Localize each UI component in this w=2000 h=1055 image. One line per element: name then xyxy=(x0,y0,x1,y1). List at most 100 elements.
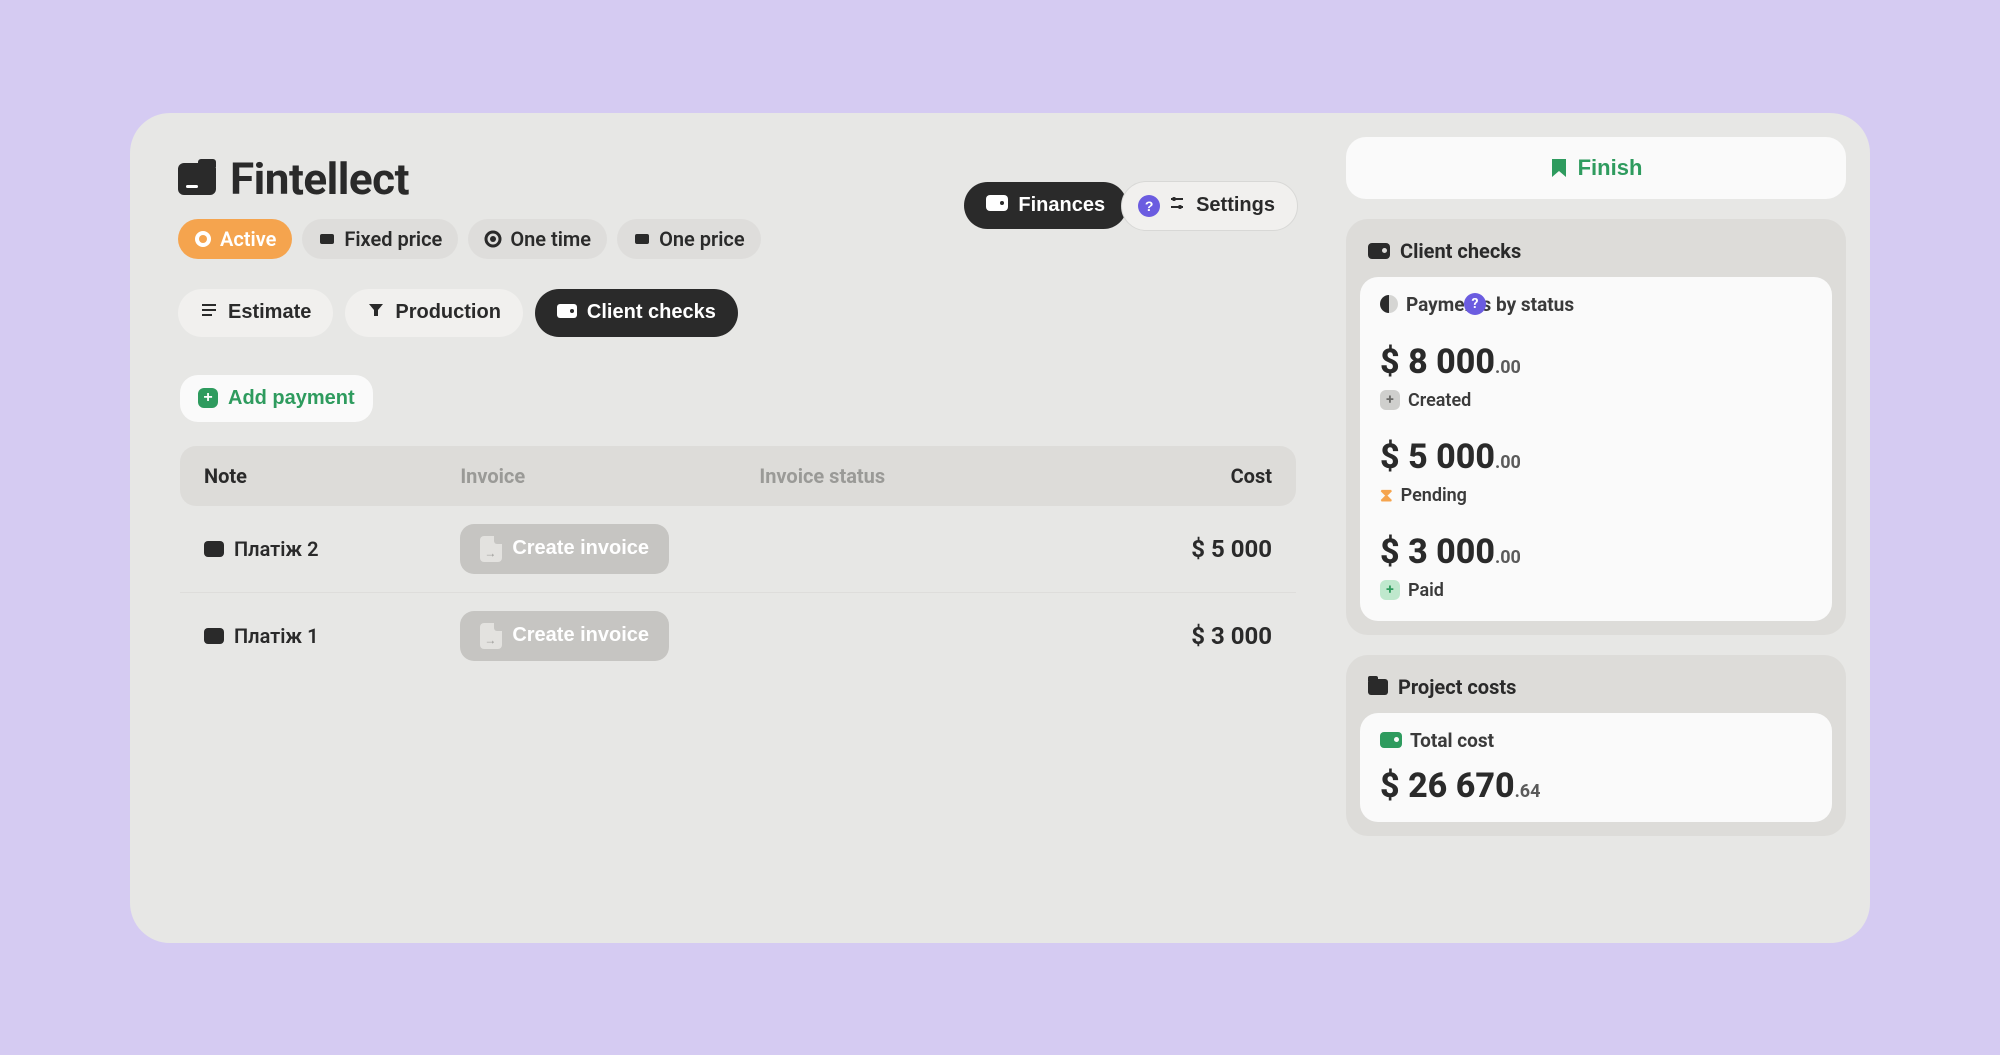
amount: $ 3 000.00 xyxy=(1380,532,1812,572)
help-badge-icon: ? xyxy=(1138,195,1160,217)
total-cost-header: Total cost xyxy=(1380,729,1812,766)
chip-label: One time xyxy=(510,227,591,251)
table-header: Note Invoice Invoice status Cost xyxy=(180,446,1296,506)
wallet-icon xyxy=(986,194,1008,217)
finances-label: Finances xyxy=(1018,194,1105,217)
status-label: Paid xyxy=(1408,580,1444,601)
piechart-icon xyxy=(1380,295,1398,313)
status-row: + Paid xyxy=(1380,580,1812,601)
table-row: Платіж 1 Create invoice $ 3 000 xyxy=(180,593,1296,679)
settings-label: Settings xyxy=(1196,194,1275,217)
project-folder-icon xyxy=(178,163,216,195)
sliders-icon xyxy=(1168,194,1186,218)
status-label: Pending xyxy=(1401,485,1467,506)
wallet-icon xyxy=(1380,732,1402,748)
total-cost-card: Total cost $ 26 670.64 xyxy=(1360,713,1832,822)
create-invoice-label: Create invoice xyxy=(512,624,649,647)
title-row: Fintellect xyxy=(178,153,761,205)
create-invoice-button[interactable]: Create invoice xyxy=(460,611,669,661)
payments-table: Note Invoice Invoice status Cost Платіж … xyxy=(180,446,1296,679)
payments-by-status-card: Payments by status ? $ 8 000.00 + Create… xyxy=(1360,277,1832,621)
col-invoice-status: Invoice status xyxy=(759,464,1058,488)
hourglass-icon: ⧗ xyxy=(1380,485,1393,506)
side-panel: Finish Client checks Payments by status … xyxy=(1346,137,1846,919)
status-label: Created xyxy=(1408,390,1471,411)
header-left: Fintellect Active Fixed price xyxy=(178,153,761,259)
table-row: Платіж 2 Create invoice $ 5 000 xyxy=(180,506,1296,593)
tag-icon xyxy=(633,230,651,248)
tab-estimate[interactable]: Estimate xyxy=(178,289,333,337)
project-costs-header: Project costs xyxy=(1360,669,1832,713)
tab-label: Estimate xyxy=(228,301,311,324)
chip-active[interactable]: Active xyxy=(178,219,292,259)
dot-icon xyxy=(194,230,212,248)
chip-one-price[interactable]: One price xyxy=(617,219,761,259)
client-checks-card: Client checks Payments by status ? $ 8 0… xyxy=(1346,219,1846,635)
add-payment-label: Add payment xyxy=(228,387,355,410)
col-invoice: Invoice xyxy=(460,464,759,488)
chip-fixed-price[interactable]: Fixed price xyxy=(302,219,458,259)
amount: $ 8 000.00 xyxy=(1380,342,1812,382)
create-invoice-button[interactable]: Create invoice xyxy=(460,524,669,574)
cell-invoice: Create invoice xyxy=(460,524,759,574)
total-cost-title: Total cost xyxy=(1410,729,1494,752)
main-panel: Fintellect Active Fixed price xyxy=(154,137,1322,919)
plus-icon: + xyxy=(1380,580,1400,600)
circle-icon xyxy=(484,230,502,248)
chip-label: Fixed price xyxy=(344,227,442,251)
tab-production[interactable]: Production xyxy=(345,289,523,337)
finish-label: Finish xyxy=(1578,155,1643,181)
chip-label: Active xyxy=(220,227,276,251)
total-cost-amount: $ 26 670.64 xyxy=(1380,766,1812,806)
status-pending: $ 5 000.00 ⧗ Pending xyxy=(1380,429,1812,524)
finish-button[interactable]: Finish xyxy=(1346,137,1846,199)
wallet-icon xyxy=(557,301,577,324)
plus-icon: + xyxy=(1380,390,1400,410)
document-icon xyxy=(480,623,502,649)
bookmark-icon xyxy=(1550,157,1568,179)
wallet-icon xyxy=(1368,243,1390,259)
project-costs-card: Project costs Total cost $ 26 670.64 xyxy=(1346,655,1846,836)
tabs: Estimate Production Client checks xyxy=(154,259,1322,357)
tab-label: Production xyxy=(395,301,501,324)
folder-icon xyxy=(1368,679,1388,695)
col-cost: Cost xyxy=(1058,464,1272,488)
cell-note: Платіж 2 xyxy=(204,537,460,561)
status-paid: $ 3 000.00 + Paid xyxy=(1380,524,1812,605)
chat-icon xyxy=(204,628,224,644)
cell-note: Платіж 1 xyxy=(204,624,460,648)
project-costs-title: Project costs xyxy=(1398,675,1516,699)
finances-button[interactable]: Finances xyxy=(964,182,1127,229)
tag-icon xyxy=(318,230,336,248)
status-row: + Created xyxy=(1380,390,1812,411)
payments-by-status-title: Payments by status ? xyxy=(1406,293,1574,316)
filter-icon xyxy=(367,301,385,325)
note-text: Платіж 1 xyxy=(234,624,319,648)
client-checks-header: Client checks xyxy=(1360,233,1832,277)
document-icon xyxy=(480,536,502,562)
payments-by-status-header: Payments by status ? xyxy=(1380,293,1812,334)
chat-icon xyxy=(204,541,224,557)
cell-invoice: Create invoice xyxy=(460,611,759,661)
status-row: ⧗ Pending xyxy=(1380,485,1812,506)
settings-button[interactable]: ? Settings xyxy=(1121,181,1298,231)
chip-one-time[interactable]: One time xyxy=(468,219,607,259)
amount: $ 5 000.00 xyxy=(1380,437,1812,477)
plus-icon: + xyxy=(198,388,218,408)
status-chips: Active Fixed price One time xyxy=(178,219,761,259)
tab-client-checks[interactable]: Client checks xyxy=(535,289,738,337)
create-invoice-label: Create invoice xyxy=(512,537,649,560)
add-payment-button[interactable]: + Add payment xyxy=(180,375,373,422)
note-text: Платіж 2 xyxy=(234,537,319,561)
payments-card: + Add payment Note Invoice Invoice statu… xyxy=(162,357,1314,687)
tab-label: Client checks xyxy=(587,301,716,324)
app-frame: Fintellect Active Fixed price xyxy=(130,113,1870,943)
header: Fintellect Active Fixed price xyxy=(154,137,1322,259)
cell-cost: $ 5 000 xyxy=(1058,535,1272,563)
page-title: Fintellect xyxy=(230,153,409,205)
header-actions: Finances ? Settings xyxy=(964,181,1298,231)
cell-cost: $ 3 000 xyxy=(1058,622,1272,650)
client-checks-title: Client checks xyxy=(1400,239,1521,263)
chip-label: One price xyxy=(659,227,745,251)
help-badge-icon: ? xyxy=(1464,293,1486,315)
